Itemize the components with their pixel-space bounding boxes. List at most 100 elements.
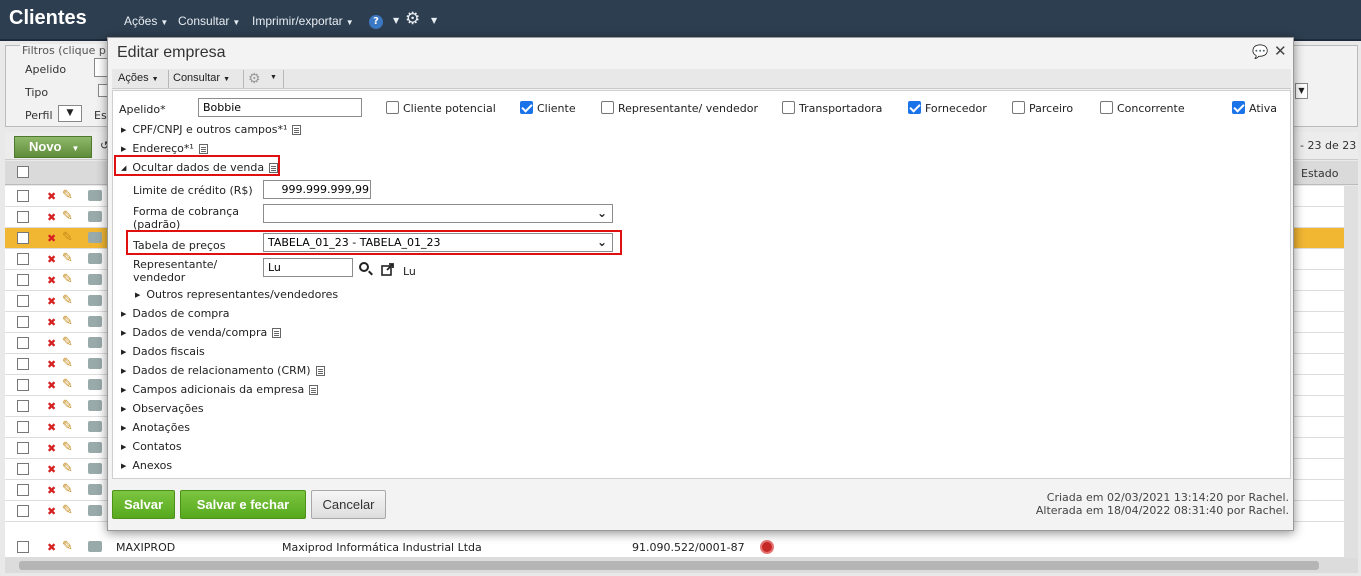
section-contatos[interactable]: ▶ Contatos <box>121 440 182 453</box>
print-icon[interactable] <box>88 379 102 390</box>
caret-down-icon[interactable]: ▼ <box>270 74 277 81</box>
edit-icon[interactable]: ✎ <box>62 440 73 455</box>
delete-icon[interactable]: ✖ <box>47 211 56 224</box>
row-checkbox[interactable] <box>17 232 29 244</box>
vertical-scrollbar[interactable] <box>1344 186 1358 558</box>
delete-icon[interactable]: ✖ <box>47 442 56 455</box>
print-icon[interactable] <box>88 484 102 495</box>
delete-icon[interactable]: ✖ <box>47 505 56 518</box>
delete-icon[interactable]: ✖ <box>47 358 56 371</box>
delete-icon[interactable]: ✖ <box>47 337 56 350</box>
section-outros-representantes[interactable]: ▶ Outros representantes/vendedores <box>135 288 338 301</box>
edit-icon[interactable]: ✎ <box>62 251 73 266</box>
row-checkbox[interactable] <box>17 253 29 265</box>
checkbox-cliente-potencial[interactable] <box>386 101 399 114</box>
checkbox-fornecedor[interactable] <box>908 101 921 114</box>
edit-icon[interactable]: ✎ <box>62 356 73 371</box>
row-checkbox[interactable] <box>17 211 29 223</box>
print-icon[interactable] <box>88 442 102 453</box>
print-icon[interactable] <box>88 253 102 264</box>
section-dados-venda-compra[interactable]: ▶ Dados de venda/compra <box>121 326 282 339</box>
checkbox-representante[interactable] <box>601 101 614 114</box>
document-icon[interactable] <box>309 385 319 395</box>
cancel-button[interactable]: Cancelar <box>311 490 386 519</box>
row-checkbox[interactable] <box>17 358 29 370</box>
document-icon[interactable] <box>272 328 282 338</box>
row-checkbox[interactable] <box>17 337 29 349</box>
print-icon[interactable] <box>88 190 102 201</box>
caret-down-icon[interactable]: ▼ <box>393 16 399 25</box>
checkbox-ativa[interactable] <box>1232 101 1245 114</box>
edit-icon[interactable]: ✎ <box>62 188 73 203</box>
delete-icon[interactable]: ✖ <box>47 253 56 266</box>
delete-icon[interactable]: ✖ <box>47 232 56 245</box>
delete-icon[interactable]: ✖ <box>47 295 56 308</box>
section-anexos[interactable]: ▶ Anexos <box>121 459 172 472</box>
checkbox-concorrente[interactable] <box>1100 101 1113 114</box>
edit-icon[interactable]: ✎ <box>62 230 73 245</box>
row-checkbox[interactable] <box>17 484 29 496</box>
print-icon[interactable] <box>88 505 102 516</box>
print-icon[interactable] <box>88 463 102 474</box>
edit-icon[interactable]: ✎ <box>62 272 73 287</box>
section-endereco[interactable]: ▶ Endereço*¹ <box>121 142 208 155</box>
representante-input[interactable]: Lu <box>263 258 353 277</box>
close-icon[interactable]: ✕ <box>1274 42 1287 60</box>
table-row[interactable]: ✖ ✎ MAXIPROD Maxiprod Informática Industr… <box>5 537 1344 558</box>
edit-icon[interactable]: ✎ <box>62 293 73 308</box>
representante-link[interactable]: Lu <box>403 265 416 278</box>
row-checkbox[interactable] <box>17 541 29 553</box>
print-icon[interactable] <box>88 211 102 222</box>
caret-down-icon[interactable]: ▼ <box>431 16 437 25</box>
menu-acoes[interactable]: Ações ▼ <box>124 14 168 28</box>
delete-icon[interactable]: ✖ <box>47 400 56 413</box>
document-icon[interactable] <box>292 125 302 135</box>
dialog-menu-acoes[interactable]: Ações ▼ <box>118 72 159 84</box>
delete-icon[interactable]: ✖ <box>47 541 56 554</box>
search-icon[interactable] <box>359 262 369 272</box>
print-icon[interactable] <box>88 274 102 285</box>
section-campos-adicionais[interactable]: ▶ Campos adicionais da empresa <box>121 383 319 396</box>
checkbox-cliente[interactable] <box>520 101 533 114</box>
delete-icon[interactable]: ✖ <box>47 379 56 392</box>
row-checkbox[interactable] <box>17 379 29 391</box>
print-icon[interactable] <box>88 232 102 243</box>
edit-icon[interactable]: ✎ <box>62 482 73 497</box>
menu-consultar[interactable]: Consultar ▼ <box>178 14 240 28</box>
row-checkbox[interactable] <box>17 316 29 328</box>
help-icon[interactable]: ? <box>369 15 383 29</box>
print-icon[interactable] <box>88 541 102 552</box>
dialog-menu-consultar[interactable]: Consultar ▼ <box>173 72 230 84</box>
gear-icon[interactable]: ⚙ <box>405 11 420 28</box>
row-checkbox[interactable] <box>17 400 29 412</box>
print-icon[interactable] <box>88 295 102 306</box>
delete-icon[interactable]: ✖ <box>47 274 56 287</box>
apelido-input[interactable]: Bobbie <box>198 98 362 117</box>
edit-icon[interactable]: ✎ <box>62 419 73 434</box>
row-checkbox[interactable] <box>17 463 29 475</box>
edit-icon[interactable]: ✎ <box>62 461 73 476</box>
edit-icon[interactable]: ✎ <box>62 335 73 350</box>
section-dados-compra[interactable]: ▶ Dados de compra <box>121 307 230 320</box>
gear-icon[interactable]: ⚙ <box>248 70 261 87</box>
delete-icon[interactable]: ✖ <box>47 316 56 329</box>
print-icon[interactable] <box>88 316 102 327</box>
row-checkbox[interactable] <box>17 505 29 517</box>
delete-icon[interactable]: ✖ <box>47 484 56 497</box>
filter-select-right[interactable]: ▼ <box>1295 83 1308 99</box>
edit-icon[interactable]: ✎ <box>62 314 73 329</box>
print-icon[interactable] <box>88 421 102 432</box>
row-checkbox[interactable] <box>17 442 29 454</box>
select-all-checkbox[interactable] <box>17 166 29 178</box>
document-icon[interactable] <box>315 366 325 376</box>
chat-icon[interactable]: 💬 <box>1252 45 1268 60</box>
row-checkbox[interactable] <box>17 295 29 307</box>
save-and-close-button[interactable]: Salvar e fechar <box>180 490 306 519</box>
section-observacoes[interactable]: ▶ Observações <box>121 402 204 415</box>
row-checkbox[interactable] <box>17 190 29 202</box>
edit-icon[interactable]: ✎ <box>62 377 73 392</box>
edit-icon[interactable]: ✎ <box>62 209 73 224</box>
print-icon[interactable] <box>88 400 102 411</box>
print-icon[interactable] <box>88 337 102 348</box>
print-icon[interactable] <box>88 358 102 369</box>
